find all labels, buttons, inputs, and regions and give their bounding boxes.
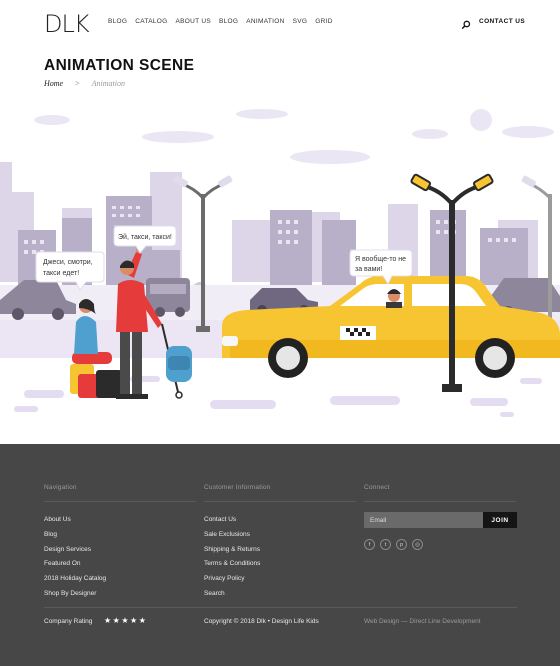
search-icon[interactable] [461,17,471,30]
footer-link-privacy-policy[interactable]: Privacy Policy [204,575,354,590]
nav-item-about-us[interactable]: ABOUT US [175,18,211,25]
site-logo[interactable]: DLK [44,10,90,38]
footer-customer-information: Customer Information Contact Us Sale Exc… [204,484,356,605]
pinterest-icon[interactable]: p [396,539,407,550]
footer-link-sale-exclusions[interactable]: Sale Exclusions [204,531,354,546]
breadcrumb-current: Animation [91,79,125,88]
join-button[interactable]: JOIN [483,512,517,528]
footer-link-about-us[interactable]: About Us [44,516,194,531]
footer-connect: Connect [364,484,516,502]
social-links: f t p ◎ [364,539,423,550]
instagram-icon[interactable]: ◎ [412,539,423,550]
breadcrumb: Home > Animation [44,79,125,88]
bubble-driver-line-1: Я вообще-то не [355,255,406,263]
footer-navigation-heading: Navigation [44,484,196,502]
footer-navigation: Navigation About Us Blog Design Services… [44,484,196,605]
footer-link-design-services[interactable]: Design Services [44,546,194,561]
email-input[interactable] [364,512,483,528]
footer-customer-heading: Customer Information [204,484,356,502]
bubble-man-text: Эй, такси, такси! [118,233,172,241]
web-design-credit[interactable]: Web Design — Direct Line Development [364,618,481,625]
copyright-text: Copyright © 2018 Dlk • Design Life Kids [204,618,319,625]
twitter-icon[interactable]: t [380,539,391,550]
footer-link-shop-by-designer[interactable]: Shop By Designer [44,590,194,605]
footer-link-terms-conditions[interactable]: Terms & Conditions [204,560,354,575]
footer-link-shipping-returns[interactable]: Shipping & Returns [204,546,354,561]
company-rating-label: Company Rating [44,618,93,625]
bubble-driver-line-2: за вами! [355,266,382,273]
nav-item-svg[interactable]: SVG [293,18,308,25]
newsletter-form: JOIN [364,512,517,528]
rating-stars-icon: ★★★★★ [104,616,148,625]
footer-connect-heading: Connect [364,484,516,502]
nav-item-catalog[interactable]: CATALOG [135,18,167,25]
footer-link-featured-on[interactable]: Featured On [44,560,194,575]
site-header: DLK BLOG CATALOG ABOUT US BLOG ANIMATION… [0,0,560,48]
nav-item-animation[interactable]: ANIMATION [246,18,284,25]
page-title: ANIMATION SCENE [44,57,195,74]
facebook-icon[interactable]: f [364,539,375,550]
contact-us-link[interactable]: CONTACT US [479,18,525,25]
animation-scene: Джеси, смотри, такси едет! Эй, такси, та… [0,109,560,417]
bubble-woman-line-2: такси едет! [43,270,79,277]
nav-item-grid[interactable]: GRID [315,18,332,25]
footer-link-holiday-catalog[interactable]: 2018 Holiday Catalog [44,575,194,590]
footer-link-blog[interactable]: Blog [44,531,194,546]
breadcrumb-home[interactable]: Home [44,79,63,88]
breadcrumb-separator-icon: > [75,79,80,88]
nav-item-blog[interactable]: BLOG [108,18,127,25]
main-nav: BLOG CATALOG ABOUT US BLOG ANIMATION SVG… [108,18,333,25]
nav-item-blog-2[interactable]: BLOG [219,18,238,25]
footer-link-search[interactable]: Search [204,590,354,605]
bubble-woman-line-1: Джеси, смотри, [43,259,93,266]
sky-decorations [34,109,554,164]
footer-divider [44,607,517,608]
footer-link-contact-us[interactable]: Contact Us [204,516,354,531]
